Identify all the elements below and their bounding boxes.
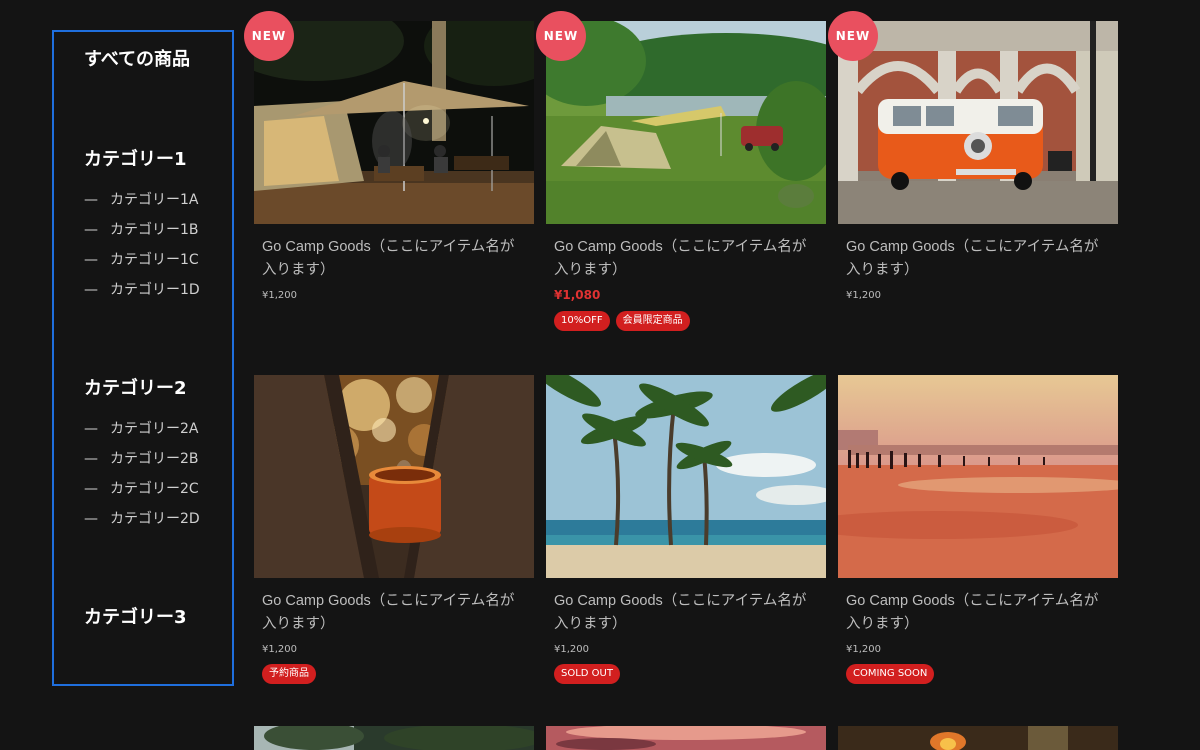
sidebar-item-label: カテゴリー2C bbox=[110, 481, 199, 497]
sunset-beach-photo bbox=[838, 375, 1118, 578]
sidebar-item-2c[interactable]: — カテゴリー2C bbox=[84, 474, 200, 504]
orange-van-photo bbox=[838, 21, 1118, 224]
product-title[interactable]: Go Camp Goods（ここにアイテム名が入ります） bbox=[262, 236, 526, 282]
sidebar-item-label: カテゴリー1A bbox=[110, 192, 199, 208]
preorder-tag: 予約商品 bbox=[262, 664, 316, 684]
sidebar-item-1d[interactable]: — カテゴリー1D bbox=[84, 275, 200, 305]
sidebar-item-1b[interactable]: — カテゴリー1B bbox=[84, 215, 200, 245]
category-sidebar: すべての商品 カテゴリー1 — カテゴリー1A — カテゴリー1B — カテゴリー1C… bbox=[52, 30, 234, 686]
product-price: ¥1,200 bbox=[554, 644, 589, 655]
category-2-title[interactable]: カテゴリー2 bbox=[84, 374, 200, 400]
sunset-sky-photo-partial bbox=[546, 726, 826, 750]
dash-marker: — bbox=[84, 282, 98, 298]
product-price: ¥1,200 bbox=[262, 290, 297, 301]
product-card[interactable]: Go Camp Goods（ここにアイテム名が入ります） ¥1,200 SOLD… bbox=[546, 375, 826, 684]
sidebar-item-2d[interactable]: — カテゴリー2D bbox=[84, 504, 200, 534]
product-title[interactable]: Go Camp Goods（ここにアイテム名が入ります） bbox=[846, 236, 1110, 282]
dash-marker: — bbox=[84, 252, 98, 268]
dash-marker: — bbox=[84, 192, 98, 208]
dash-marker: — bbox=[84, 481, 98, 497]
product-image-orange-van[interactable] bbox=[838, 21, 1118, 224]
product-tags: SOLD OUT bbox=[554, 664, 818, 684]
product-image-mug-in-tree[interactable] bbox=[254, 375, 534, 578]
product-card[interactable]: Go Camp Goods（ここにアイテム名が入ります） ¥1,200 予約商品 bbox=[254, 375, 534, 684]
discount-tag: 10%OFF bbox=[554, 311, 610, 331]
sold-out-tag: SOLD OUT bbox=[554, 664, 620, 684]
category-group-3: カテゴリー3 bbox=[84, 603, 187, 629]
product-title[interactable]: Go Camp Goods（ここにアイテム名が入ります） bbox=[262, 590, 526, 636]
new-badge: NEW bbox=[828, 11, 878, 61]
category-1-title[interactable]: カテゴリー1 bbox=[84, 145, 200, 171]
forest-photo-partial bbox=[254, 726, 534, 750]
product-image-night-camping[interactable] bbox=[254, 21, 534, 224]
product-image-lakeside-camp[interactable] bbox=[546, 21, 826, 224]
product-tags: 予約商品 bbox=[262, 664, 526, 684]
category-group-2: カテゴリー2 — カテゴリー2A — カテゴリー2B — カテゴリー2C — カテゴリー… bbox=[84, 374, 200, 534]
product-tags: 10%OFF 会員限定商品 bbox=[554, 311, 818, 331]
campfire-photo-partial bbox=[838, 726, 1118, 750]
sidebar-item-2a[interactable]: — カテゴリー2A bbox=[84, 414, 200, 444]
sidebar-item-2b[interactable]: — カテゴリー2B bbox=[84, 444, 200, 474]
dash-marker: — bbox=[84, 222, 98, 238]
dash-marker: — bbox=[84, 451, 98, 467]
product-price: ¥1,200 bbox=[846, 290, 881, 301]
dash-marker: — bbox=[84, 421, 98, 437]
product-card[interactable]: Go Camp Goods（ここにアイテム名が入ります） ¥1,200 bbox=[838, 21, 1118, 301]
product-price: ¥1,200 bbox=[846, 644, 881, 655]
sidebar-item-label: カテゴリー1C bbox=[110, 252, 199, 268]
product-tags: COMING SOON bbox=[846, 664, 1110, 684]
category-3-title[interactable]: カテゴリー3 bbox=[84, 603, 187, 629]
product-image-partial[interactable] bbox=[546, 726, 826, 750]
product-image-partial[interactable] bbox=[838, 726, 1118, 750]
mug-in-tree-photo bbox=[254, 375, 534, 578]
product-card[interactable]: Go Camp Goods（ここにアイテム名が入ります） ¥1,200 bbox=[254, 21, 534, 301]
new-badge: NEW bbox=[244, 11, 294, 61]
product-card[interactable]: Go Camp Goods（ここにアイテム名が入ります） ¥1,200 COMI… bbox=[838, 375, 1118, 684]
product-card[interactable]: Go Camp Goods（ここにアイテム名が入ります） ¥1,080 10%O… bbox=[546, 21, 826, 331]
sidebar-item-label: カテゴリー2D bbox=[110, 511, 200, 527]
dash-marker: — bbox=[84, 511, 98, 527]
coming-soon-tag: COMING SOON bbox=[846, 664, 935, 684]
product-sale-price: ¥1,080 bbox=[554, 288, 601, 302]
product-price: ¥1,200 bbox=[262, 644, 297, 655]
product-image-partial[interactable] bbox=[254, 726, 534, 750]
sidebar-item-1c[interactable]: — カテゴリー1C bbox=[84, 245, 200, 275]
sidebar-item-label: カテゴリー1D bbox=[110, 282, 200, 298]
sidebar-item-label: カテゴリー2A bbox=[110, 421, 199, 437]
category-2-list: — カテゴリー2A — カテゴリー2B — カテゴリー2C — カテゴリー2D bbox=[84, 414, 200, 534]
category-1-list: — カテゴリー1A — カテゴリー1B — カテゴリー1C — カテゴリー1D bbox=[84, 185, 200, 305]
product-title[interactable]: Go Camp Goods（ここにアイテム名が入ります） bbox=[846, 590, 1110, 636]
night-camping-photo bbox=[254, 21, 534, 224]
sidebar-item-label: カテゴリー1B bbox=[110, 222, 199, 238]
lakeside-camp-photo bbox=[546, 21, 826, 224]
product-title[interactable]: Go Camp Goods（ここにアイテム名が入ります） bbox=[554, 236, 818, 282]
product-image-palm-beach[interactable] bbox=[546, 375, 826, 578]
palm-beach-photo bbox=[546, 375, 826, 578]
members-only-tag: 会員限定商品 bbox=[615, 311, 690, 331]
new-badge: NEW bbox=[536, 11, 586, 61]
sidebar-all-products[interactable]: すべての商品 bbox=[84, 45, 190, 71]
product-image-sunset-beach[interactable] bbox=[838, 375, 1118, 578]
sidebar-item-label: カテゴリー2B bbox=[110, 451, 199, 467]
category-group-1: カテゴリー1 — カテゴリー1A — カテゴリー1B — カテゴリー1C — カテゴリー… bbox=[84, 145, 200, 305]
sidebar-item-1a[interactable]: — カテゴリー1A bbox=[84, 185, 200, 215]
product-title[interactable]: Go Camp Goods（ここにアイテム名が入ります） bbox=[554, 590, 818, 636]
